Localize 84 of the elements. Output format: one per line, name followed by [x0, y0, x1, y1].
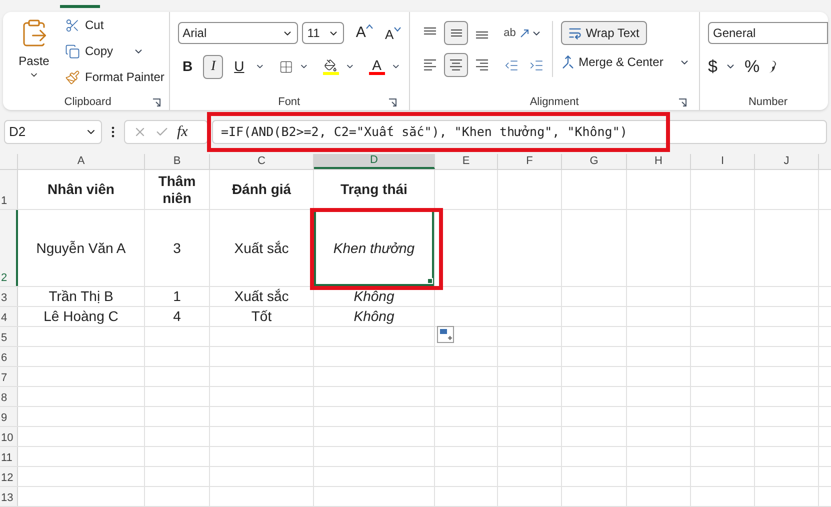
- italic-button[interactable]: I: [203, 54, 224, 78]
- column-header[interactable]: I: [691, 154, 755, 169]
- dialog-launcher-icon[interactable]: [388, 98, 397, 107]
- cell-text: Nhân viên: [48, 181, 114, 198]
- ribbon-button[interactable]: Cut: [65, 16, 104, 34]
- cell-text: 4: [173, 308, 181, 325]
- name-box[interactable]: D2: [4, 120, 102, 144]
- ribbon-button[interactable]: Format Painter: [65, 68, 164, 86]
- row-header[interactable]: 11: [0, 447, 18, 466]
- dialog-launcher-icon[interactable]: [152, 98, 161, 107]
- formula-input[interactable]: =IF(AND(B2>=2, C2="Xuất sắc"), "Khen thưởng", "Không"): [212, 120, 827, 144]
- function-label[interactable]: fx: [177, 120, 188, 144]
- orientation-button[interactable]: ab: [504, 24, 529, 42]
- cut-icon: [65, 18, 80, 32]
- column-header[interactable]: D: [314, 154, 435, 169]
- font-dropdown[interactable]: Arial: [178, 22, 298, 44]
- row-header[interactable]: 7: [0, 367, 18, 386]
- paste-button[interactable]: Paste: [11, 14, 57, 88]
- column-header[interactable]: J: [755, 154, 819, 169]
- comma-style-icon[interactable]: [768, 60, 776, 74]
- row-header[interactable]: 6: [0, 347, 18, 366]
- column-header[interactable]: B: [145, 154, 210, 169]
- painter-icon: [65, 70, 80, 84]
- cell-text: Không: [354, 308, 394, 325]
- number-format-dropdown[interactable]: General: [708, 22, 828, 44]
- group-label: Number: [748, 94, 788, 110]
- column-header[interactable]: F: [498, 154, 562, 169]
- column-header[interactable]: A: [18, 154, 145, 169]
- row-header[interactable]: 10: [0, 427, 18, 446]
- cell-text: Xuất sắc: [234, 288, 289, 305]
- percent-button[interactable]: %: [744, 54, 760, 80]
- row-header[interactable]: 9: [0, 407, 18, 426]
- align-button[interactable]: [444, 53, 468, 77]
- row-header[interactable]: 4: [0, 307, 18, 326]
- diagonal-arrow-icon: [520, 28, 529, 38]
- up-caret-icon: [366, 24, 373, 29]
- cell-text: Đánh giá: [232, 181, 292, 198]
- font-color-button[interactable]: A: [368, 58, 385, 75]
- merge-icon: [560, 55, 575, 69]
- dialog-launcher-icon[interactable]: [678, 98, 687, 107]
- group-label: Font: [278, 94, 300, 110]
- cell-text: Tốt: [251, 308, 272, 325]
- group-label: Alignment: [530, 94, 579, 110]
- shrink-font-button[interactable]: A: [384, 24, 401, 44]
- align-icon: [422, 58, 437, 72]
- row-header[interactable]: 13: [0, 487, 18, 506]
- currency-button[interactable]: $: [708, 54, 718, 80]
- column-header[interactable]: E: [435, 154, 498, 169]
- cell-text: Không: [354, 288, 394, 305]
- cell-text: Trạng thái: [340, 181, 408, 198]
- fill-color-icon[interactable]: [322, 58, 339, 74]
- merge-center-button[interactable]: Merge & Center: [560, 53, 664, 71]
- cell-text: Thâm niên: [157, 172, 197, 206]
- grow-font-button[interactable]: A: [356, 22, 373, 44]
- row-header[interactable]: 3: [0, 287, 18, 306]
- underline-button[interactable]: U: [229, 54, 250, 78]
- cell-text: 1: [173, 288, 181, 305]
- borders-icon[interactable]: [278, 58, 294, 74]
- copy-icon: [65, 44, 80, 58]
- row-header[interactable]: 5: [0, 327, 18, 346]
- bold-button[interactable]: B: [178, 54, 198, 78]
- ribbon-button[interactable]: Copy: [65, 42, 114, 60]
- column-header[interactable]: G: [562, 154, 627, 169]
- quick-analysis-icon[interactable]: [437, 326, 454, 343]
- align-button[interactable]: [444, 21, 468, 45]
- cell-text: Trần Thị B: [48, 288, 114, 305]
- cell-text: 3: [173, 240, 181, 256]
- align-icon: [474, 58, 489, 72]
- down-caret-icon: [394, 26, 401, 32]
- column-header[interactable]: H: [627, 154, 691, 169]
- cell-text: Xuất sắc: [234, 240, 289, 256]
- wrap-text-button[interactable]: Wrap Text: [560, 21, 647, 45]
- row-header[interactable]: 1: [0, 170, 18, 209]
- row-header[interactable]: 12: [0, 467, 18, 486]
- align-icon: [448, 58, 463, 72]
- group-label: Clipboard: [64, 94, 112, 110]
- wrap-text-icon: [568, 26, 582, 40]
- cell-text: Lê Hoàng C: [44, 308, 118, 325]
- cell-text: Khen thưởng: [333, 240, 415, 256]
- row-header[interactable]: 2: [0, 210, 18, 286]
- cell-text: Nguyễn Văn A: [36, 240, 126, 256]
- row-header[interactable]: 8: [0, 387, 18, 406]
- fill-handle[interactable]: [427, 278, 433, 284]
- font-size-dropdown[interactable]: 11: [302, 22, 344, 44]
